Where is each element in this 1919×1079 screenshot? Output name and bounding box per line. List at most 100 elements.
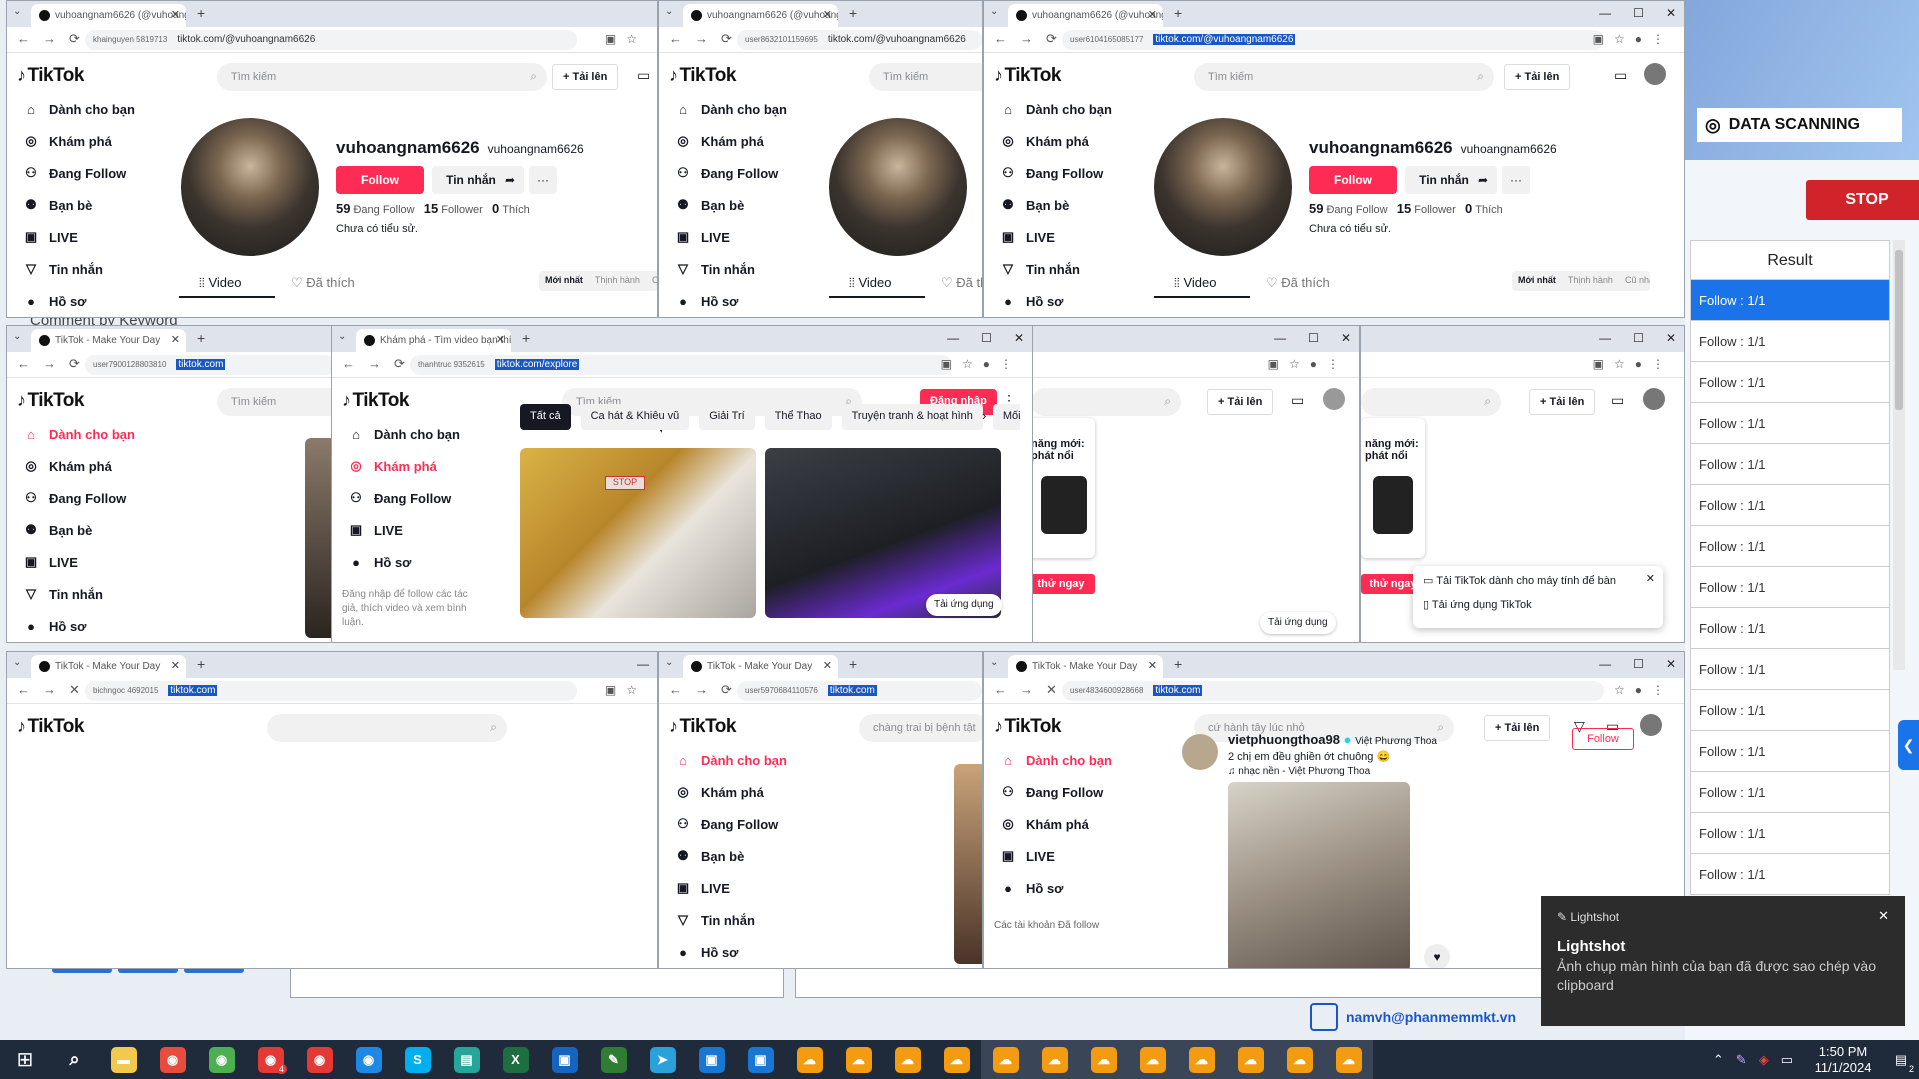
upload-button[interactable]: + Tải lên [1504, 64, 1571, 90]
category-chip[interactable]: Truyện tranh & hoạt hình [841, 404, 983, 430]
nav-explore[interactable]: ◎ Khám phá [671, 125, 811, 157]
nav-for-you[interactable]: ⌂ Dành cho bạn [671, 744, 811, 776]
user-avatar[interactable] [1644, 63, 1666, 85]
video-thumbnail[interactable] [954, 764, 982, 964]
nav-profile[interactable]: ● Hồ sơ [996, 872, 1136, 904]
cloud-app-icon[interactable]: ☁ [834, 1040, 883, 1079]
result-row[interactable]: Follow : 1/1 [1690, 772, 1890, 813]
browser-icon[interactable]: ◉ [344, 1040, 393, 1079]
close-icon[interactable]: ✕ [1014, 331, 1024, 345]
url-field[interactable]: user8632101159695 tiktok.com/@vuhoangnam6… [737, 30, 982, 50]
result-row[interactable]: Follow : 1/1 [1690, 526, 1890, 567]
browser-tab[interactable]: vuhoangnam6626 (@vuhoangnam6626)✕ [683, 4, 838, 27]
app-icon[interactable]: ▣ [736, 1040, 785, 1079]
nav-buttons[interactable]: ←→⟳ [669, 31, 745, 47]
result-row[interactable]: Follow : 1/1 [1690, 854, 1890, 895]
close-tab-icon[interactable]: ✕ [823, 659, 832, 672]
nav-live[interactable]: ▣ LIVE [671, 872, 811, 904]
nav-explore[interactable]: ◎ Khám phá [996, 808, 1136, 840]
minimize-icon[interactable]: — [947, 331, 959, 345]
share-icon[interactable]: ➦ [1469, 166, 1497, 194]
tab-dropdown-icon[interactable]: ⌄ [338, 331, 346, 342]
nav-for-you[interactable]: ⌂ Dành cho bạn [996, 744, 1136, 776]
inbox-icon[interactable]: ▭ [637, 67, 650, 84]
nav-for-you[interactable]: ⌂ Dành cho bạn [19, 93, 159, 125]
nav-explore[interactable]: ◎ Khám phá [996, 125, 1136, 157]
result-row[interactable]: Follow : 1/1 [1690, 567, 1890, 608]
feed-follow-button[interactable]: Follow [1572, 728, 1634, 750]
app-icon[interactable]: ◉ [148, 1040, 197, 1079]
nav-buttons[interactable]: ←→✕ [994, 682, 1070, 698]
result-scrollbar[interactable] [1893, 240, 1905, 670]
tiktok-logo[interactable]: ♪ TikTok [17, 390, 84, 412]
app-icon[interactable]: ▣ [687, 1040, 736, 1079]
feed-video[interactable] [1228, 782, 1410, 968]
sort-oldest[interactable]: Cũ nhất [652, 275, 657, 285]
result-row[interactable]: Follow : 1/1 [1690, 608, 1890, 649]
author-avatar[interactable] [1182, 734, 1218, 770]
maximize-icon[interactable]: ☐ [1633, 657, 1644, 671]
nav-for-you[interactable]: ⌂ Dành cho bạn [996, 93, 1136, 125]
like-icon[interactable]: ♥ [1424, 944, 1450, 968]
browser-tab[interactable]: Khám phá - Tìm video bạn thích ✕ [356, 329, 511, 352]
try-now-button[interactable]: thử ngay [1031, 574, 1095, 594]
inbox-icon[interactable]: ▭ [1611, 392, 1624, 409]
user-avatar[interactable] [1643, 388, 1665, 410]
close-tab-icon[interactable]: ✕ [823, 8, 832, 21]
nav-following[interactable]: ⚇ Đang Follow [671, 157, 811, 189]
nav-profile[interactable]: ● Hồ sơ [671, 936, 811, 968]
search-icon[interactable]: ⌕ [1477, 69, 1484, 84]
sort-newest[interactable]: Mới nhất [1518, 275, 1556, 285]
chrome-profile-icon[interactable]: ◉ 4 [246, 1040, 295, 1079]
result-row[interactable]: Follow : 1/1 [1690, 403, 1890, 444]
sort-toggle[interactable]: Mới nhất Thịnh hành Cũ nhất [1512, 271, 1650, 291]
download-desktop-item[interactable]: ▭ Tải TikTok dành cho máy tính để bàn [1423, 574, 1653, 598]
cloud-app-icon[interactable]: ☁ [1128, 1040, 1177, 1079]
pen-app-icon[interactable]: ✎ [589, 1040, 638, 1079]
nav-friends[interactable]: ⚉ Bạn bè [671, 189, 811, 221]
category-chip[interactable]: Mối [992, 404, 1020, 430]
collapse-arrow-icon[interactable]: ❮ [1898, 720, 1919, 770]
tab-liked[interactable]: ♡ Đã thích [1266, 275, 1330, 291]
tab-dropdown-icon[interactable]: ⌄ [665, 6, 673, 17]
new-tab-icon[interactable]: + [197, 5, 205, 21]
nav-live[interactable]: ▣ LIVE [19, 221, 159, 253]
maximize-icon[interactable]: ☐ [1633, 6, 1644, 20]
more-icon[interactable]: ··· [1502, 166, 1530, 194]
nav-messages[interactable]: ▽ Tin nhắn [19, 253, 159, 285]
toolbar-icons[interactable]: ☆●⋮ [1614, 683, 1674, 697]
browser-tab[interactable]: TikTok - Make Your Day ✕ [1008, 655, 1163, 678]
minimize-icon[interactable]: — [1599, 331, 1611, 345]
minimize-icon[interactable]: — [1274, 331, 1286, 345]
search-input[interactable]: ⌕ [267, 714, 507, 742]
nav-messages[interactable]: ▽ Tin nhắn [996, 253, 1136, 285]
nav-buttons[interactable]: ←→⟳ [342, 356, 418, 372]
new-tab-icon[interactable]: + [849, 656, 857, 672]
tiktok-logo[interactable]: ♪ TikTok [17, 65, 84, 87]
result-row[interactable]: Follow : 1/1 [1690, 690, 1890, 731]
search-input[interactable]: ⌕ [1361, 388, 1501, 416]
url-field[interactable]: khainguyen 5819713 tiktok.com/@vuhoangnam… [85, 30, 577, 50]
result-row[interactable]: Follow : 1/1 [1690, 813, 1890, 854]
upload-button[interactable]: + Tải lên [1484, 715, 1551, 741]
tab-video[interactable]: ⦙⦙ Video [199, 275, 241, 291]
file-explorer-icon[interactable]: ▬ [99, 1040, 148, 1079]
tool-icon[interactable]: ▣ [540, 1040, 589, 1079]
upload-button[interactable]: + Tải lên [1529, 389, 1596, 415]
bookmark-star-icon[interactable]: ▣☆ [605, 32, 647, 46]
minimize-icon[interactable]: — [637, 657, 649, 671]
result-row[interactable]: Follow : 1/1 [1690, 280, 1890, 321]
nav-buttons[interactable]: ←→⟳ [669, 682, 745, 698]
search-icon[interactable]: ⌕ [1164, 394, 1171, 409]
nav-profile[interactable]: ● Hồ sơ [671, 285, 811, 317]
cloud-app-icon[interactable]: ☁ [1079, 1040, 1128, 1079]
tab-video[interactable]: ⦙⦙ Video [1174, 275, 1216, 291]
nav-following[interactable]: ⚇ Đang Follow [19, 157, 159, 189]
search-input[interactable]: Tìm kiếm ⌕ [1194, 63, 1494, 91]
nav-messages[interactable]: ▽ Tin nhắn [19, 578, 159, 610]
get-app-button[interactable]: Tải ứng dụng [926, 594, 1002, 616]
nav-buttons[interactable]: ←→⟳ [17, 31, 93, 47]
browser-tab[interactable]: TikTok - Make Your Day ✕ [31, 329, 186, 352]
nav-friends[interactable]: ⚉ Bạn bè [671, 840, 811, 872]
download-mobile-item[interactable]: ▯ Tải ứng dụng TikTok [1423, 598, 1653, 622]
